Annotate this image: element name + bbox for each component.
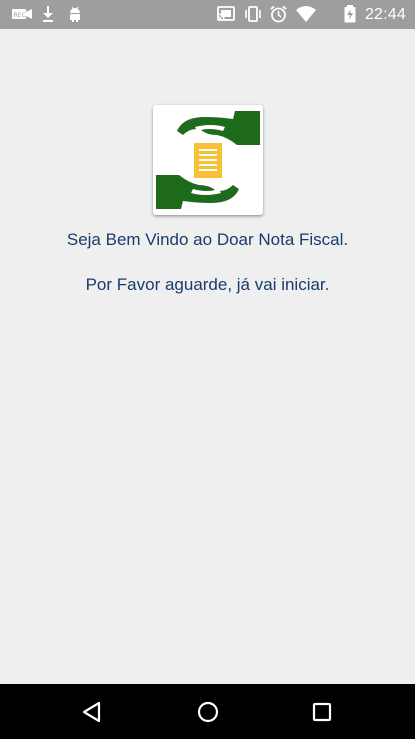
android-icon <box>70 6 80 22</box>
app-logo <box>153 105 263 215</box>
cast-icon <box>217 6 235 21</box>
welcome-message: Seja Bem Vindo ao Doar Nota Fiscal. <box>66 230 349 249</box>
wait-message: Por Favor aguarde, já vai iniciar. <box>85 275 330 294</box>
recorder-icon: REC <box>12 9 32 19</box>
wifi-icon <box>296 6 316 22</box>
status-bar: REC 22:44 <box>0 0 415 29</box>
home-icon[interactable] <box>192 696 224 728</box>
vibrate-icon <box>245 6 261 22</box>
status-time: 22:44 <box>364 6 406 23</box>
recents-icon[interactable] <box>306 696 338 728</box>
battery-charging-icon <box>344 5 356 23</box>
splash-screen: Seja Bem Vindo ao Doar Nota Fiscal. Por … <box>0 29 415 684</box>
download-icon <box>43 6 53 22</box>
alarm-icon <box>270 5 287 23</box>
hands-document-logo-icon <box>156 111 260 209</box>
svg-text:REC: REC <box>14 12 26 19</box>
back-icon[interactable] <box>76 696 108 728</box>
navigation-bar <box>0 684 415 739</box>
